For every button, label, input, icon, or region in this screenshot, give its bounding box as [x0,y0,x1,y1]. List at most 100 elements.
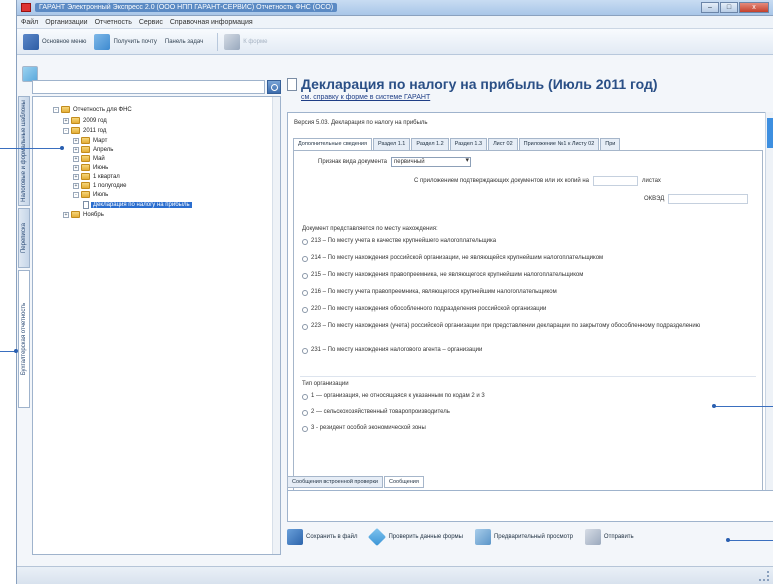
location-option-label: 216 – По месту учета правопреемника, явл… [311,289,557,295]
radio-button-icon[interactable] [302,410,308,416]
title-bar[interactable]: ГАРАНТ Электронный Экспресс 2.0 (ООО НПП… [17,0,773,16]
location-label: Документ представляется по месту нахожде… [302,226,438,232]
org-type-label: Тип организации [302,381,349,387]
radio-button-icon[interactable] [302,290,308,296]
attach-pages-input[interactable] [593,176,639,186]
location-option-label: 215 – По месту нахождения правопреемника… [311,272,584,278]
app-logo-icon [21,3,31,12]
tree-item[interactable]: - Отчетность для ФНС [53,105,132,114]
radio-button-icon[interactable] [302,348,308,354]
callout-dot-tree [60,146,64,150]
tab-section-1-3[interactable]: Раздел 1.3 [449,138,488,150]
okved-input[interactable] [668,194,749,204]
expand-icon[interactable]: + [63,211,69,218]
menu-organizations[interactable]: Организации [45,19,87,26]
radio-button-icon[interactable] [302,426,308,432]
tab-more[interactable]: При [600,138,621,150]
tab-additional-info[interactable]: Дополнительные сведения [293,138,372,150]
expand-icon[interactable]: + [63,117,69,124]
menu-reporting[interactable]: Отчетность [95,19,132,26]
expand-icon[interactable]: + [73,155,79,162]
tree-item-label: 1 квартал [93,173,120,180]
location-option[interactable]: 231 – По месту нахождения налогового аге… [302,347,762,354]
tab-section-1-1[interactable]: Раздел 1.1 [372,138,411,150]
tree-item[interactable]: + Ноябрь [63,210,104,219]
vtab-accounting[interactable]: Бухгалтерская отчетность [18,270,30,408]
menu-file[interactable]: Файл [21,19,38,26]
get-mail-button[interactable]: Получить почту [94,33,157,50]
expand-icon[interactable]: + [73,182,79,189]
form-vertical-scrollbar[interactable] [765,112,773,520]
task-panel-button[interactable]: Панель задач [22,39,203,82]
menu-reference[interactable]: Справочная информация [170,19,253,26]
report-button[interactable]: К форме [224,33,267,50]
tree-item-label: Май [93,155,105,162]
location-option[interactable]: 214 – По месту нахождения российской орг… [302,255,762,262]
location-option[interactable]: 223 – По месту нахождения (учета) россий… [302,323,762,330]
vtab-templates[interactable]: Налоговые и формальные шаблоны [18,96,30,206]
vtab-correspondence[interactable]: Переписка [18,208,30,268]
radio-button-icon[interactable] [302,324,308,330]
collapse-icon[interactable]: - [53,106,59,113]
expand-icon[interactable]: + [73,146,79,153]
tree-item[interactable]: - Июль [73,190,108,199]
preview-button[interactable]: Предварительный просмотр [474,529,573,545]
menu-service[interactable]: Сервис [139,19,163,26]
vscroll-thumb[interactable] [767,118,773,148]
expand-icon[interactable]: + [73,137,79,144]
tab-appendix-1[interactable]: Приложение №1 к Листу 02 [518,138,600,150]
radio-button-icon[interactable] [302,239,308,245]
main-menu-icon [23,33,39,50]
tree-item[interactable]: + Март [73,136,107,145]
form-tabs: Дополнительные сведения Раздел 1.1 Разде… [293,138,763,150]
collapse-icon[interactable]: - [73,191,79,198]
tree-item[interactable]: - 2011 год [63,126,106,135]
org-type-option[interactable]: 3 - резидент особой экономической зоны [302,425,762,432]
mail-download-icon [94,33,111,50]
send-button[interactable]: Отправить [584,529,634,545]
tree-item[interactable]: + Май [73,154,105,163]
radio-button-icon[interactable] [302,307,308,313]
send-label: Отправить [603,534,634,540]
form-frame: Версия 5.03. Декларация по налогу на при… [287,112,773,520]
tab-validation-messages[interactable]: Сообщения встроенной проверки [287,476,383,488]
close-button[interactable]: x [739,2,769,13]
org-type-option[interactable]: 1 — организация, не относящаяся к указан… [302,393,762,400]
search-icon[interactable] [267,80,281,94]
tree-item[interactable]: + Апрель [73,145,113,154]
location-option[interactable]: 213 – По месту учета в качестве крупнейш… [302,238,762,245]
check-form-button[interactable]: Проверить данные формы [368,527,463,547]
tree-scrollbar[interactable] [272,97,280,554]
tree-item[interactable]: +2009 год [63,116,107,125]
tree-search-input[interactable] [32,80,265,94]
resize-grip-icon[interactable] [759,571,769,581]
radio-button-icon[interactable] [302,273,308,279]
callout-dot-actions [726,538,730,542]
location-option[interactable]: 220 – По месту нахождения обособленного … [302,306,762,313]
tree-item[interactable]: + Июнь [73,163,108,172]
folder-icon [81,146,90,153]
attach-suffix: листах [642,178,661,184]
tree-item[interactable]: +1 квартал [73,172,120,181]
location-option[interactable]: 216 – По месту учета правопреемника, явл… [302,289,762,296]
maximize-button[interactable]: □ [720,2,738,13]
tree-item[interactable]: Декларация по налогу на прибыль [83,200,192,209]
doc-type-select[interactable]: первичный [391,157,471,167]
minimize-button[interactable]: – [701,2,719,13]
help-link[interactable]: см. справку к форме в системе ГАРАНТ [301,94,430,101]
radio-button-icon[interactable] [302,256,308,262]
save-to-file-button[interactable]: Сохранить в файл [287,529,357,545]
expand-icon[interactable]: + [73,173,79,180]
radio-button-icon[interactable] [302,394,308,400]
location-option[interactable]: 215 – По месту нахождения правопреемника… [302,272,762,279]
tab-sheet-02[interactable]: Лист 02 [488,138,518,150]
tree-item[interactable]: +1 полугодие [73,181,126,190]
callout-dot-form [712,404,716,408]
collapse-icon[interactable]: - [63,127,69,134]
expand-icon[interactable]: + [73,164,79,171]
org-type-option[interactable]: 2 — сельскохозяйственный товаропроизводи… [302,409,762,416]
tab-messages[interactable]: Сообщения [383,476,424,488]
tab-section-1-2[interactable]: Раздел 1.2 [411,138,449,150]
form-panel: Признак вида документа первичный С прило… [293,150,763,510]
main-menu-button[interactable]: Основное меню [23,33,86,50]
